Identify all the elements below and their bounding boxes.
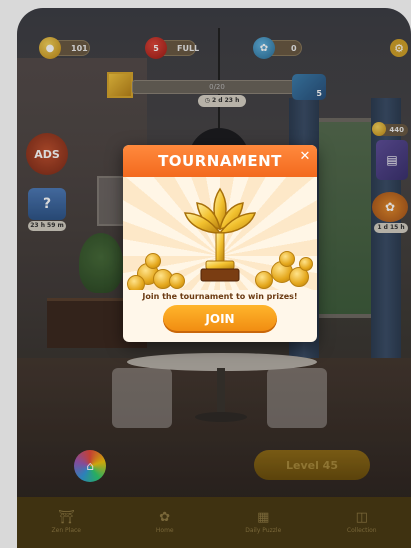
- coin-icon: [299, 257, 313, 271]
- coin-icon: [279, 251, 295, 267]
- coin-icon: [145, 253, 161, 269]
- coin-icon: [169, 273, 185, 289]
- coin-icon: [255, 271, 273, 289]
- trophy-icon: [183, 187, 257, 282]
- coin-icon: [127, 275, 145, 290]
- close-icon[interactable]: ✕: [297, 148, 313, 164]
- tournament-artwork: [123, 177, 317, 290]
- join-button[interactable]: JOIN: [163, 305, 277, 333]
- dialog-title: TOURNAMENT: [123, 145, 317, 177]
- dialog-message: Join the tournament to win prizes!: [123, 290, 317, 304]
- tournament-dialog: TOURNAMENT ✕ Join the tournament to win …: [123, 145, 317, 342]
